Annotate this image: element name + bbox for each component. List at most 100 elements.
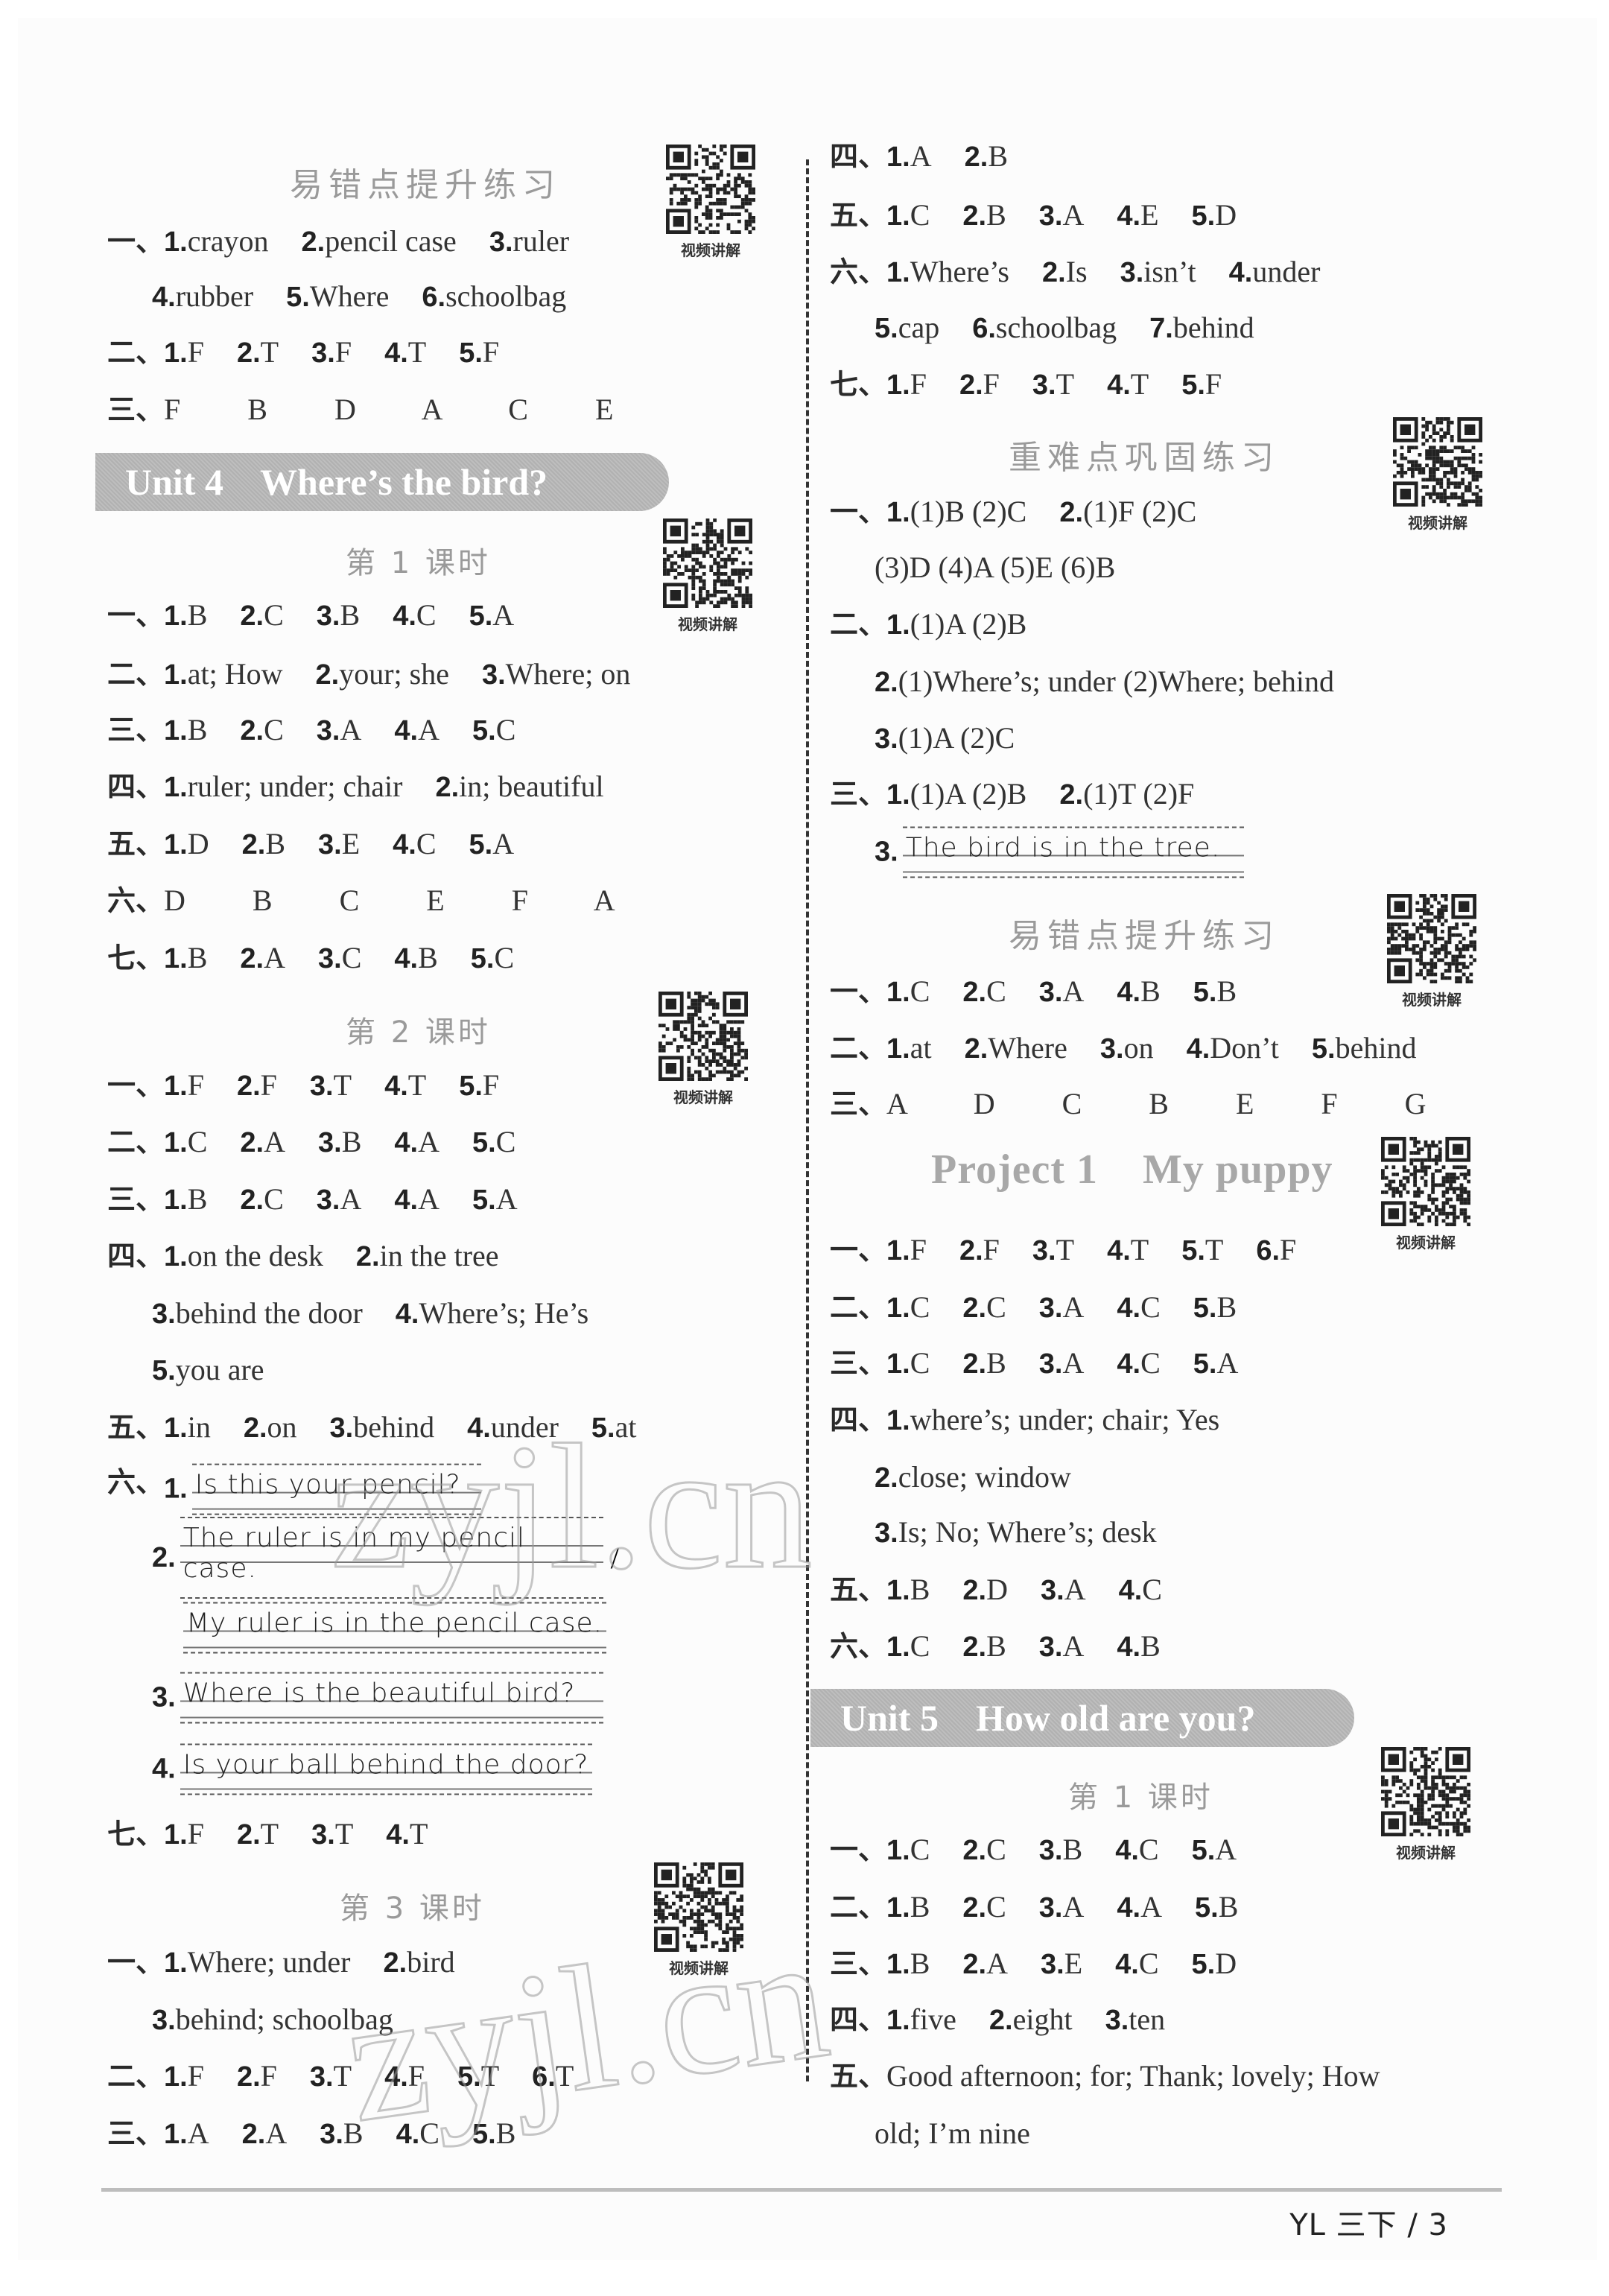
qr-code-icon <box>663 518 752 608</box>
answer-text: behind <box>1335 1031 1417 1065</box>
question-marker: 三、 <box>830 1088 887 1120</box>
item-number: 4. <box>384 1071 408 1102</box>
answer-text: F <box>187 1068 204 1102</box>
answer-text: C <box>187 1125 208 1158</box>
answer-text: B <box>187 598 208 632</box>
answer-text: F <box>482 335 500 369</box>
answer-text: B <box>187 1182 208 1216</box>
answer-item: 5.B <box>472 2119 515 2149</box>
answer-text: Is; No; Where’s; desk <box>898 1515 1157 1549</box>
answer-row: 二、1.at 2.Where 3.on 4.Don’t 5.behind <box>830 1031 1449 1065</box>
handwritten-sentence: Is your ball behind the door? <box>183 1749 589 1780</box>
answer-text: T <box>1130 1233 1149 1266</box>
writing-lines: The bird is in the tree. <box>902 826 1244 878</box>
answer-item: 5.at <box>591 1412 637 1443</box>
answer-item: 3.T <box>310 1071 352 1101</box>
answer-text: close; window <box>898 1460 1071 1494</box>
question-marker: 四、 <box>830 2003 887 2036</box>
qr-code-icon <box>658 992 748 1081</box>
question-marker: 一、 <box>830 495 887 528</box>
answer-row: 三、1.(1)A (2)B 2.(1)T (2)F <box>830 779 1227 810</box>
item-number: 1. <box>886 1835 910 1866</box>
answer-item: 1.C <box>886 1629 930 1663</box>
answer-text: at; How <box>187 657 283 691</box>
answer-item: 1.C <box>164 1125 208 1158</box>
item-number: 4. <box>393 829 416 860</box>
answer-item: 4.E <box>1117 200 1158 232</box>
answer-item: 4.T <box>1107 370 1149 400</box>
item-number: 2. <box>964 1033 988 1065</box>
item-number: 4. <box>394 715 419 746</box>
item-number: 2. <box>1041 257 1066 288</box>
answer-row: 七、1.B 2.A 3.C 4.B 5.C <box>107 941 547 974</box>
answer-text: A <box>418 1182 439 1216</box>
answer-row: 四、1.ruler; under; chair 2.in; beautiful <box>107 772 637 802</box>
handwritten-sentence: The bird is in the tree. <box>905 832 1221 863</box>
answer-text: B <box>1140 1629 1161 1663</box>
item-number: 2. <box>315 659 340 691</box>
item-number: 4. <box>1117 200 1141 232</box>
answer-text: A <box>418 1125 439 1158</box>
answer-item: (3)D (4)A (5)E (6)B <box>875 553 1115 583</box>
answer-row: 5.cap 6.schoolbag 7.behind <box>875 313 1287 343</box>
item-number: 2. <box>240 1185 264 1216</box>
answer-row: 二、1.C 2.A 3.B 4.A 5.C <box>107 1125 548 1158</box>
answer-item: 2.F <box>237 1071 277 1101</box>
item-number: 1. <box>164 1071 188 1102</box>
answer-item: 1.(1)B (2)C <box>886 497 1026 527</box>
item-number: 3. <box>1105 2005 1129 2036</box>
item-number: 1. <box>886 497 910 528</box>
item-number: 4. <box>384 2061 408 2093</box>
item-number: 4. <box>1228 257 1253 288</box>
answer-text: A <box>1062 974 1085 1008</box>
answer-row: old; I’m nine <box>875 2119 1063 2148</box>
answer-row: 七、1.F 2.F 3.T 4.T 5.F <box>830 367 1254 401</box>
answer-text: T <box>480 2059 500 2093</box>
answer-item: Good afternoon; for; Thank; lovely; How <box>886 2061 1380 2091</box>
answer-text: C <box>910 1833 930 1866</box>
answer-item: 5.B <box>1193 974 1237 1008</box>
item-number: 4. <box>394 1127 419 1158</box>
answer-text: F <box>983 367 1000 401</box>
lesson-2-title: 第 2 课时 <box>346 1015 491 1050</box>
item-number: 2. <box>435 772 460 803</box>
answer-item: 2.A <box>242 2119 288 2149</box>
qr-code-video-explanation: 视频讲解 <box>658 992 748 1107</box>
answer-row: 二、1.(1)A (2)B <box>830 609 1059 641</box>
answer-text: B <box>1216 974 1237 1008</box>
item-number: 3. <box>318 829 342 860</box>
answer-text: C <box>986 1833 1006 1866</box>
answer-item: 2.C <box>240 600 283 631</box>
question-marker: 四、 <box>830 1404 887 1436</box>
item-number: 3. <box>1038 1293 1063 1324</box>
answer-item: 2.(1)F (2)C <box>1059 497 1196 527</box>
item-number: 4. <box>1107 1235 1131 1266</box>
item-number: 1. <box>164 600 188 632</box>
item-number: 1. <box>886 609 910 641</box>
answer-item: 1.five <box>886 2005 956 2035</box>
answer-row: (3)D (4)A (5)E (6)B <box>875 553 1148 583</box>
item-number: 1. <box>886 1949 910 1980</box>
qr-code-label: 视频讲解 <box>1396 1844 1456 1862</box>
item-number: 1. <box>164 943 188 974</box>
qr-code-label: 视频讲解 <box>673 1088 733 1106</box>
answer-text: C <box>910 1629 930 1663</box>
answer-item: 2.F <box>237 2061 277 2092</box>
answer-text: T <box>260 335 279 369</box>
writing-lines: My ruler is in the pencil case. <box>183 1602 606 1654</box>
answer-text: C <box>341 941 362 974</box>
qr-code-label: 视频讲解 <box>681 241 740 259</box>
answer-text: in the tree <box>379 1239 499 1272</box>
answer-item: 1.B <box>886 1949 930 1979</box>
answer-item: 1.F <box>886 1235 927 1266</box>
answer-item: 3.B <box>320 2119 363 2149</box>
question-marker: 五、 <box>830 1573 887 1606</box>
item-number: 1. <box>164 1127 188 1158</box>
answer-text: A <box>910 139 932 173</box>
item-number: 6. <box>422 282 446 313</box>
alternative-separator: / <box>610 1541 619 1575</box>
qr-code-video-explanation: 视频讲解 <box>1381 1137 1470 1252</box>
answer-row: 三、1.B 2.C 3.A 4.A 5.C <box>107 715 548 746</box>
answer-item: 4.B <box>394 943 437 974</box>
answer-text: C <box>1138 1947 1159 1980</box>
